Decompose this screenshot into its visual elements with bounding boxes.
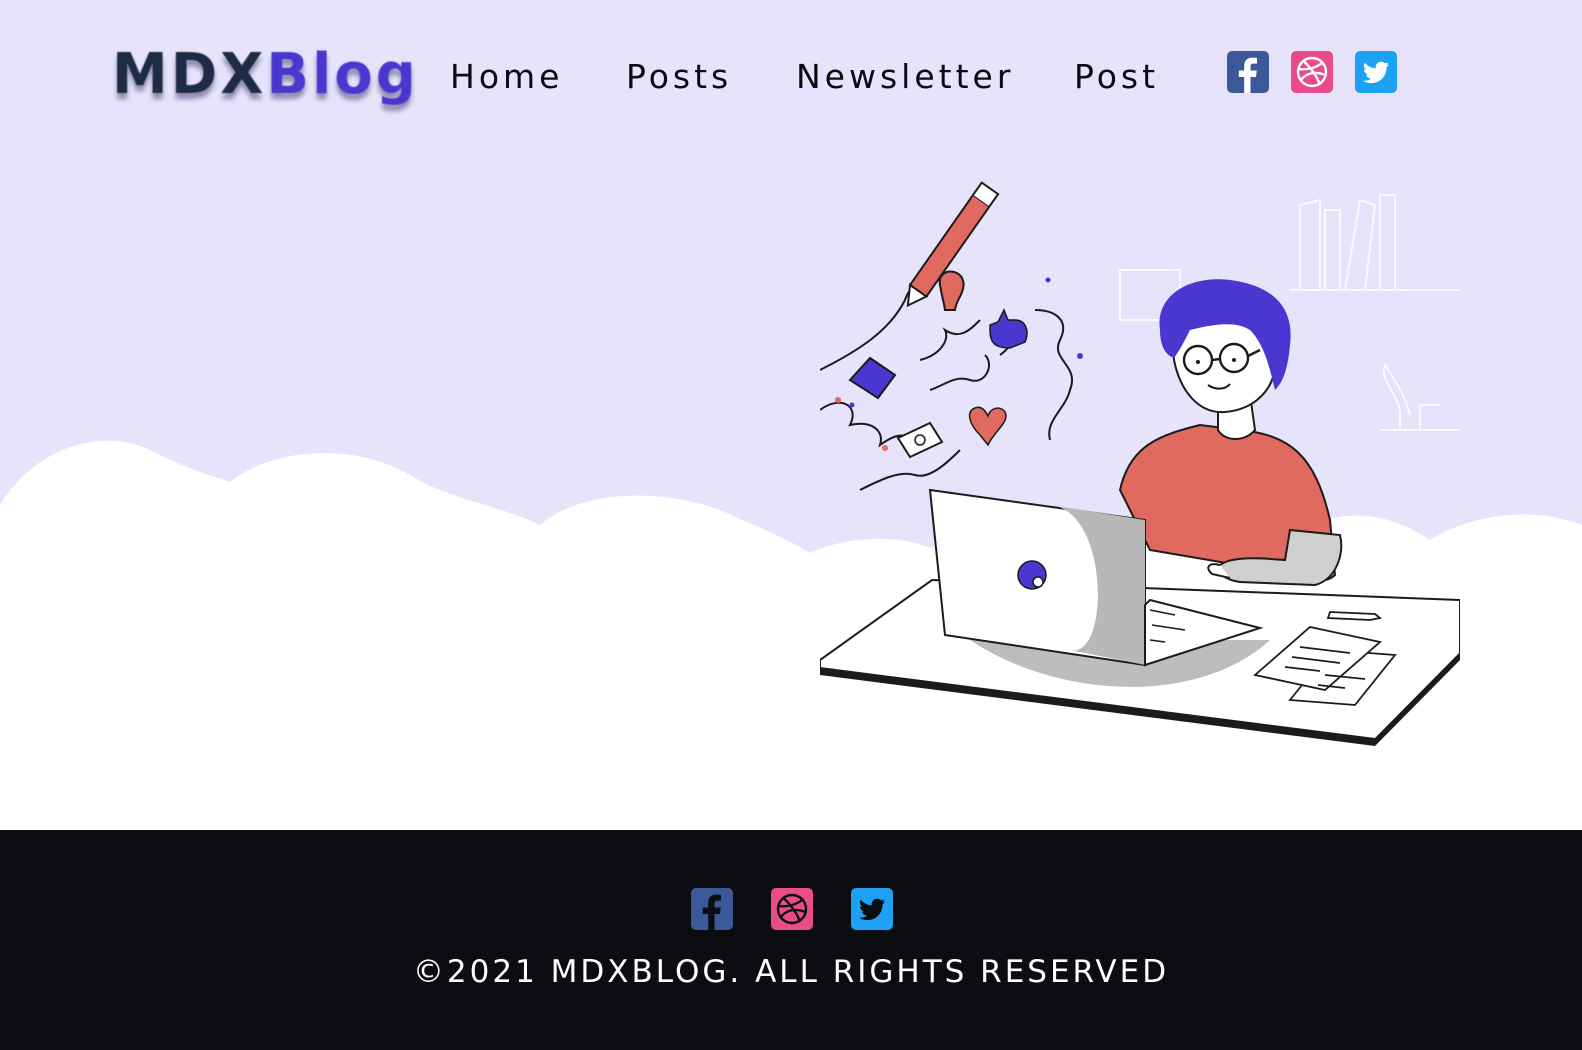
nav-home[interactable]: Home bbox=[450, 54, 563, 100]
logo-blog: Blog bbox=[266, 42, 419, 107]
twitter-icon[interactable] bbox=[851, 888, 893, 930]
twitter-icon[interactable] bbox=[1355, 51, 1397, 93]
nav-post[interactable]: Post bbox=[1074, 54, 1159, 100]
nav-posts[interactable]: Posts bbox=[626, 54, 732, 100]
copyright-text: ©2021 MDXBLOG. ALL RIGHTS RESERVED bbox=[412, 954, 1170, 990]
facebook-icon[interactable] bbox=[691, 888, 733, 930]
dribbble-icon[interactable] bbox=[1291, 51, 1333, 93]
nav-newsletter[interactable]: Newsletter bbox=[796, 54, 1014, 100]
footer-social-links bbox=[691, 888, 893, 930]
site-header: MDXBlog Home Posts Newsletter Post bbox=[0, 0, 1582, 150]
facebook-icon[interactable] bbox=[1227, 51, 1269, 93]
dribbble-icon[interactable] bbox=[771, 888, 813, 930]
hero-section: MDXBlog Home Posts Newsletter Post bbox=[0, 0, 1582, 830]
header-social-links bbox=[1227, 51, 1397, 93]
site-footer: ©2021 MDXBLOG. ALL RIGHTS RESERVED bbox=[0, 830, 1582, 1050]
logo-mdx: MDX bbox=[112, 42, 267, 107]
site-logo[interactable]: MDXBlog bbox=[112, 40, 419, 110]
hero-illustration bbox=[820, 181, 1460, 746]
